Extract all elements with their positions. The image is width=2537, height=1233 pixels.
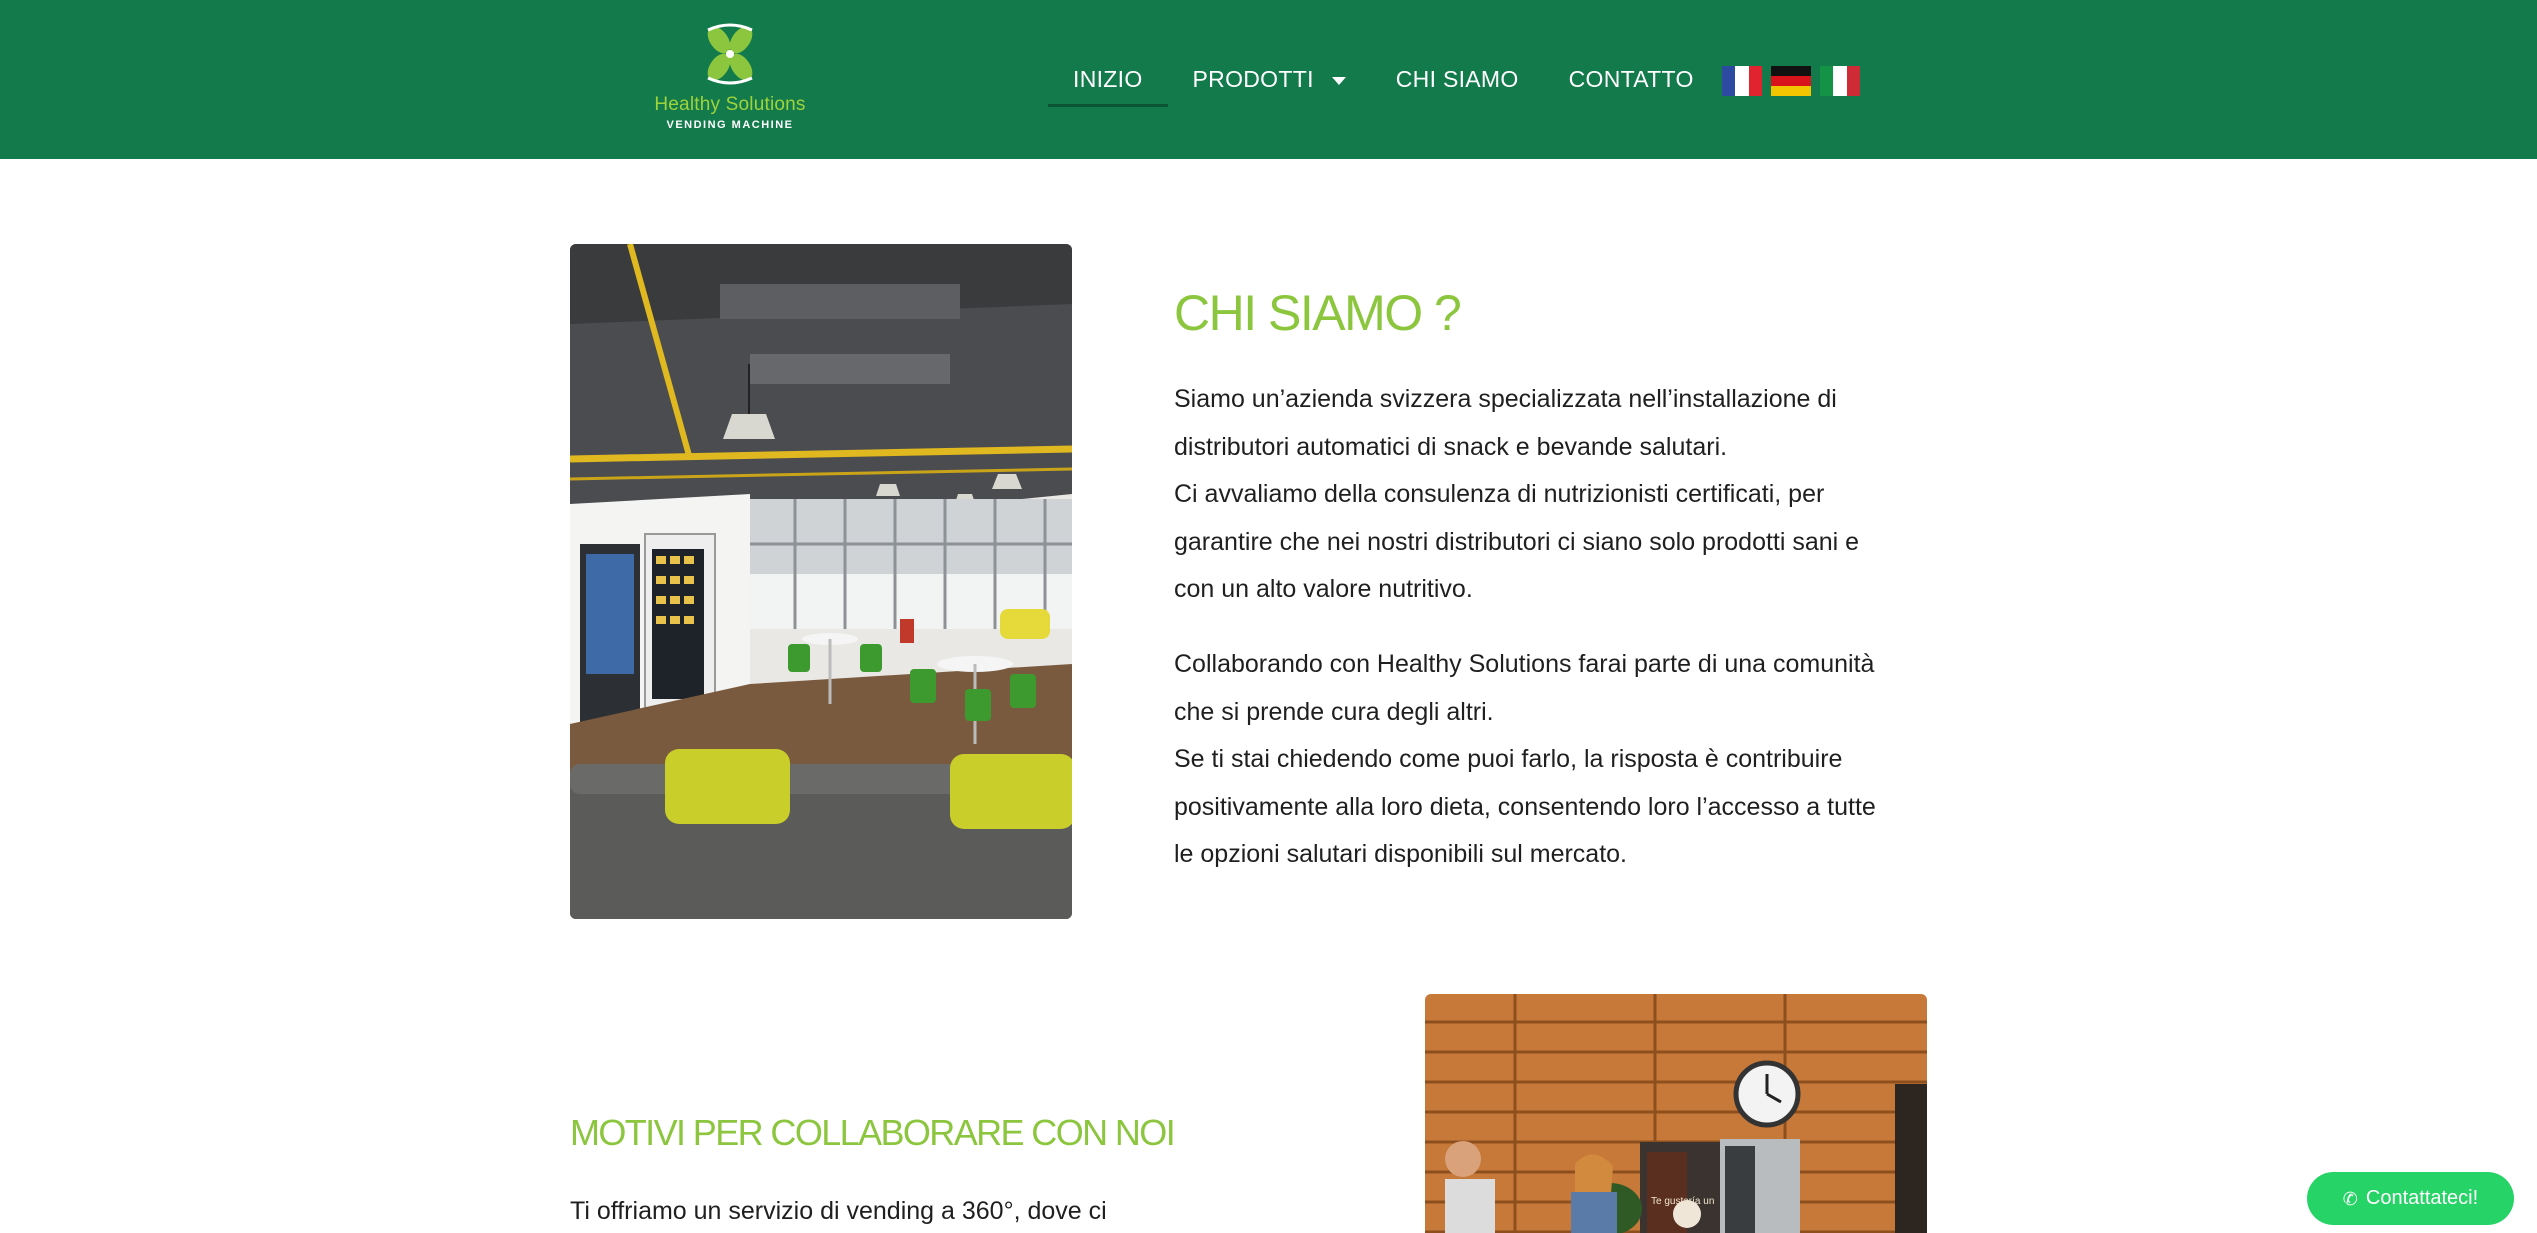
motivi-title: MOTIVI PER COLLABORARE CON NOI <box>570 1112 1176 1153</box>
caret-down-icon[interactable] <box>1331 77 1346 85</box>
language-switcher <box>1722 66 1860 96</box>
nav-item-chi-siamo[interactable]: CHI SIAMO <box>1371 0 1544 159</box>
nav-item-contatto[interactable]: CONTATTO <box>1544 0 1719 159</box>
vending-machine-photo: Te gustaría un <box>1425 994 1927 1233</box>
office-cafeteria-photo <box>570 244 1072 919</box>
brand-logo[interactable]: Healthy Solutions VENDING MACHINE <box>645 20 815 138</box>
chi-siamo-title: CHI SIAMO ? <box>1174 285 1462 341</box>
main-nav: INIZIO PRODOTTI CHI SIAMO CONTATTO <box>1048 0 1719 159</box>
brand-name: Healthy Solutions <box>654 94 806 115</box>
site-header: Healthy Solutions VENDING MACHINE INIZIO… <box>0 0 2537 159</box>
nav-item-inizio[interactable]: INIZIO <box>1048 0 1168 159</box>
whatsapp-button-label: Contattateci! <box>2365 1187 2479 1209</box>
whatsapp-contact-button[interactable]: ✆ Contattateci! <box>2307 1172 2514 1225</box>
nav-item-label: PRODOTTI <box>1192 66 1314 92</box>
machine-text: Te gustaría un <box>1651 1196 1714 1207</box>
whatsapp-icon: ✆ <box>2342 1188 2358 1209</box>
leaf-logo-icon <box>707 23 753 85</box>
italian-flag-icon[interactable] <box>1820 66 1860 96</box>
german-flag-icon[interactable] <box>1771 66 1811 96</box>
nav-item-label: CONTATTO <box>1568 66 1694 92</box>
about-paragraph-2: Collaborando con Healthy Solutions farai… <box>1174 650 1876 868</box>
french-flag-icon[interactable] <box>1722 66 1762 96</box>
motivi-text: Ti offriamo un servizio di vending a 360… <box>570 1197 1107 1225</box>
brand-subtitle: VENDING MACHINE <box>666 119 794 131</box>
nav-item-label: INIZIO <box>1073 66 1143 92</box>
nav-item-label: CHI SIAMO <box>1395 66 1519 92</box>
about-paragraph-1: Siamo un’azienda svizzera specializzata … <box>1174 385 1860 603</box>
nav-item-prodotti[interactable]: PRODOTTI <box>1168 0 1371 159</box>
